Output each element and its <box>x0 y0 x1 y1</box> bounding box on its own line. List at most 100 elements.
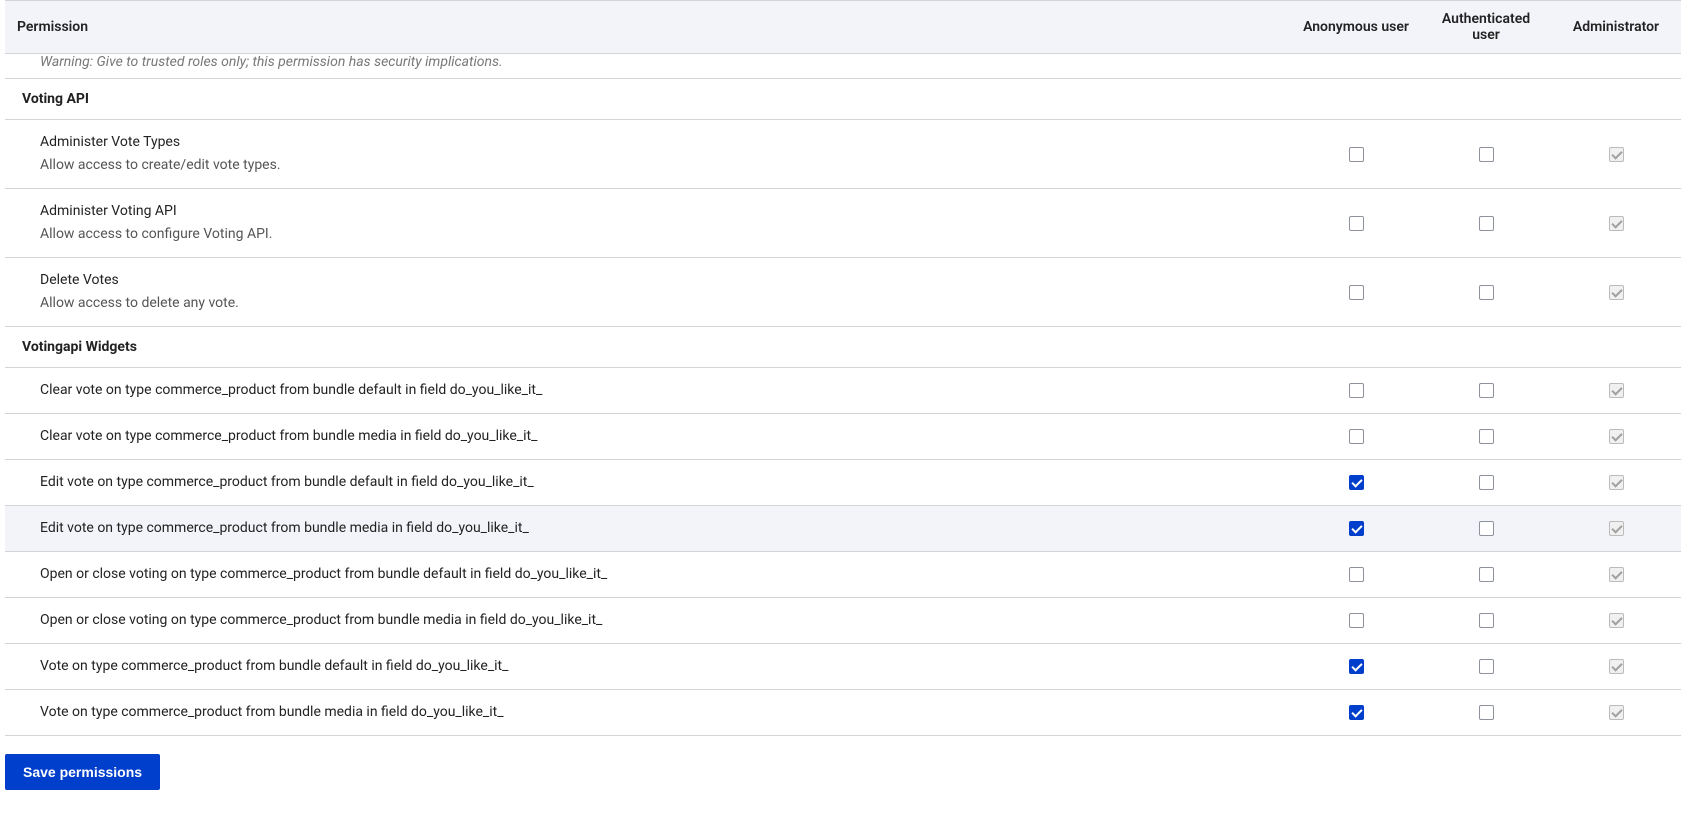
checkbox-cell <box>1291 598 1421 644</box>
checkbox-cell <box>1421 414 1551 460</box>
permission-label-cell: Clear vote on type commerce_product from… <box>5 414 1291 460</box>
permission-checkbox-administrator <box>1609 659 1624 674</box>
permission-checkbox-administrator <box>1609 147 1624 162</box>
permission-title: Edit vote on type commerce_product from … <box>40 472 1279 493</box>
permission-row: Vote on type commerce_product from bundl… <box>5 690 1681 736</box>
checkbox-cell <box>1421 690 1551 736</box>
checkbox-cell <box>1551 506 1681 552</box>
checkbox-cell <box>1551 598 1681 644</box>
permission-checkbox-authenticated[interactable] <box>1479 521 1494 536</box>
save-permissions-button[interactable]: Save permissions <box>5 754 160 790</box>
permission-label-cell: Delete VotesAllow access to delete any v… <box>5 258 1291 327</box>
permission-row: Edit vote on type commerce_product from … <box>5 506 1681 552</box>
permission-title: Open or close voting on type commerce_pr… <box>40 610 1279 631</box>
checkbox-cell <box>1421 460 1551 506</box>
permission-label-cell: Edit vote on type commerce_product from … <box>5 460 1291 506</box>
permission-description: Allow access to configure Voting API. <box>40 224 1279 245</box>
checkbox-cell <box>1421 189 1551 258</box>
permission-checkbox-anonymous[interactable] <box>1349 613 1364 628</box>
checkbox-cell <box>1421 552 1551 598</box>
permission-checkbox-authenticated[interactable] <box>1479 383 1494 398</box>
permission-checkbox-anonymous[interactable] <box>1349 429 1364 444</box>
permission-row: Vote on type commerce_product from bundl… <box>5 644 1681 690</box>
permission-title: Edit vote on type commerce_product from … <box>40 518 1279 539</box>
permission-title: Administer Vote Types <box>40 132 1279 153</box>
permission-title: Delete Votes <box>40 270 1279 291</box>
checkbox-cell <box>1551 258 1681 327</box>
checkbox-cell <box>1291 189 1421 258</box>
permission-description: Allow access to create/edit vote types. <box>40 155 1279 176</box>
permission-label-cell: Vote on type commerce_product from bundl… <box>5 690 1291 736</box>
permission-label-cell: Open or close voting on type commerce_pr… <box>5 598 1291 644</box>
permissions-table: Permission Anonymous user Authenticated … <box>5 0 1681 736</box>
permission-row: Delete VotesAllow access to delete any v… <box>5 258 1681 327</box>
permission-checkbox-authenticated[interactable] <box>1479 429 1494 444</box>
permission-checkbox-authenticated[interactable] <box>1479 475 1494 490</box>
permission-checkbox-anonymous[interactable] <box>1349 216 1364 231</box>
permission-checkbox-administrator <box>1609 613 1624 628</box>
permission-checkbox-administrator <box>1609 567 1624 582</box>
checkbox-cell <box>1551 414 1681 460</box>
permission-checkbox-administrator <box>1609 285 1624 300</box>
permission-title: Clear vote on type commerce_product from… <box>40 426 1279 447</box>
permission-row: Open or close voting on type commerce_pr… <box>5 598 1681 644</box>
checkbox-cell <box>1421 368 1551 414</box>
module-name: Votingapi Widgets <box>5 327 1681 368</box>
permission-description: Allow access to delete any vote. <box>40 293 1279 314</box>
permission-row: Administer Voting APIAllow access to con… <box>5 189 1681 258</box>
permission-checkbox-administrator <box>1609 705 1624 720</box>
checkbox-cell <box>1291 690 1421 736</box>
permission-checkbox-authenticated[interactable] <box>1479 147 1494 162</box>
module-name: Voting API <box>5 79 1681 120</box>
header-permission: Permission <box>5 1 1291 54</box>
security-warning: Warning: Give to trusted roles only; thi… <box>5 54 1681 79</box>
checkbox-cell <box>1421 120 1551 189</box>
checkbox-cell <box>1551 189 1681 258</box>
permission-checkbox-anonymous[interactable] <box>1349 567 1364 582</box>
permission-checkbox-authenticated[interactable] <box>1479 613 1494 628</box>
permission-checkbox-anonymous[interactable] <box>1349 383 1364 398</box>
checkbox-cell <box>1421 598 1551 644</box>
checkbox-cell <box>1551 552 1681 598</box>
header-administrator: Administrator <box>1551 1 1681 54</box>
checkbox-cell <box>1291 368 1421 414</box>
permission-label-cell: Edit vote on type commerce_product from … <box>5 506 1291 552</box>
checkbox-cell <box>1551 644 1681 690</box>
permission-checkbox-anonymous[interactable] <box>1349 475 1364 490</box>
permission-checkbox-anonymous[interactable] <box>1349 705 1364 720</box>
header-anonymous: Anonymous user <box>1291 1 1421 54</box>
permission-title: Vote on type commerce_product from bundl… <box>40 656 1279 677</box>
permission-checkbox-anonymous[interactable] <box>1349 521 1364 536</box>
permission-checkbox-administrator <box>1609 383 1624 398</box>
permission-row: Clear vote on type commerce_product from… <box>5 368 1681 414</box>
checkbox-cell <box>1421 644 1551 690</box>
checkbox-cell <box>1291 460 1421 506</box>
checkbox-cell <box>1291 644 1421 690</box>
checkbox-cell <box>1291 552 1421 598</box>
permission-checkbox-anonymous[interactable] <box>1349 659 1364 674</box>
permission-checkbox-anonymous[interactable] <box>1349 147 1364 162</box>
checkbox-cell <box>1291 506 1421 552</box>
checkbox-cell <box>1291 258 1421 327</box>
permission-row: Open or close voting on type commerce_pr… <box>5 552 1681 598</box>
permission-checkbox-authenticated[interactable] <box>1479 659 1494 674</box>
permission-title: Open or close voting on type commerce_pr… <box>40 564 1279 585</box>
checkbox-cell <box>1551 368 1681 414</box>
permission-checkbox-authenticated[interactable] <box>1479 285 1494 300</box>
checkbox-cell <box>1551 460 1681 506</box>
permission-checkbox-authenticated[interactable] <box>1479 705 1494 720</box>
permission-row: Clear vote on type commerce_product from… <box>5 414 1681 460</box>
permission-checkbox-authenticated[interactable] <box>1479 567 1494 582</box>
permission-checkbox-authenticated[interactable] <box>1479 216 1494 231</box>
permission-checkbox-administrator <box>1609 216 1624 231</box>
permission-checkbox-administrator <box>1609 475 1624 490</box>
permission-title: Vote on type commerce_product from bundl… <box>40 702 1279 723</box>
checkbox-cell <box>1421 506 1551 552</box>
checkbox-cell <box>1421 258 1551 327</box>
permission-checkbox-anonymous[interactable] <box>1349 285 1364 300</box>
checkbox-cell <box>1291 414 1421 460</box>
permission-label-cell: Open or close voting on type commerce_pr… <box>5 552 1291 598</box>
permission-checkbox-administrator <box>1609 521 1624 536</box>
checkbox-cell <box>1551 120 1681 189</box>
checkbox-cell <box>1291 120 1421 189</box>
